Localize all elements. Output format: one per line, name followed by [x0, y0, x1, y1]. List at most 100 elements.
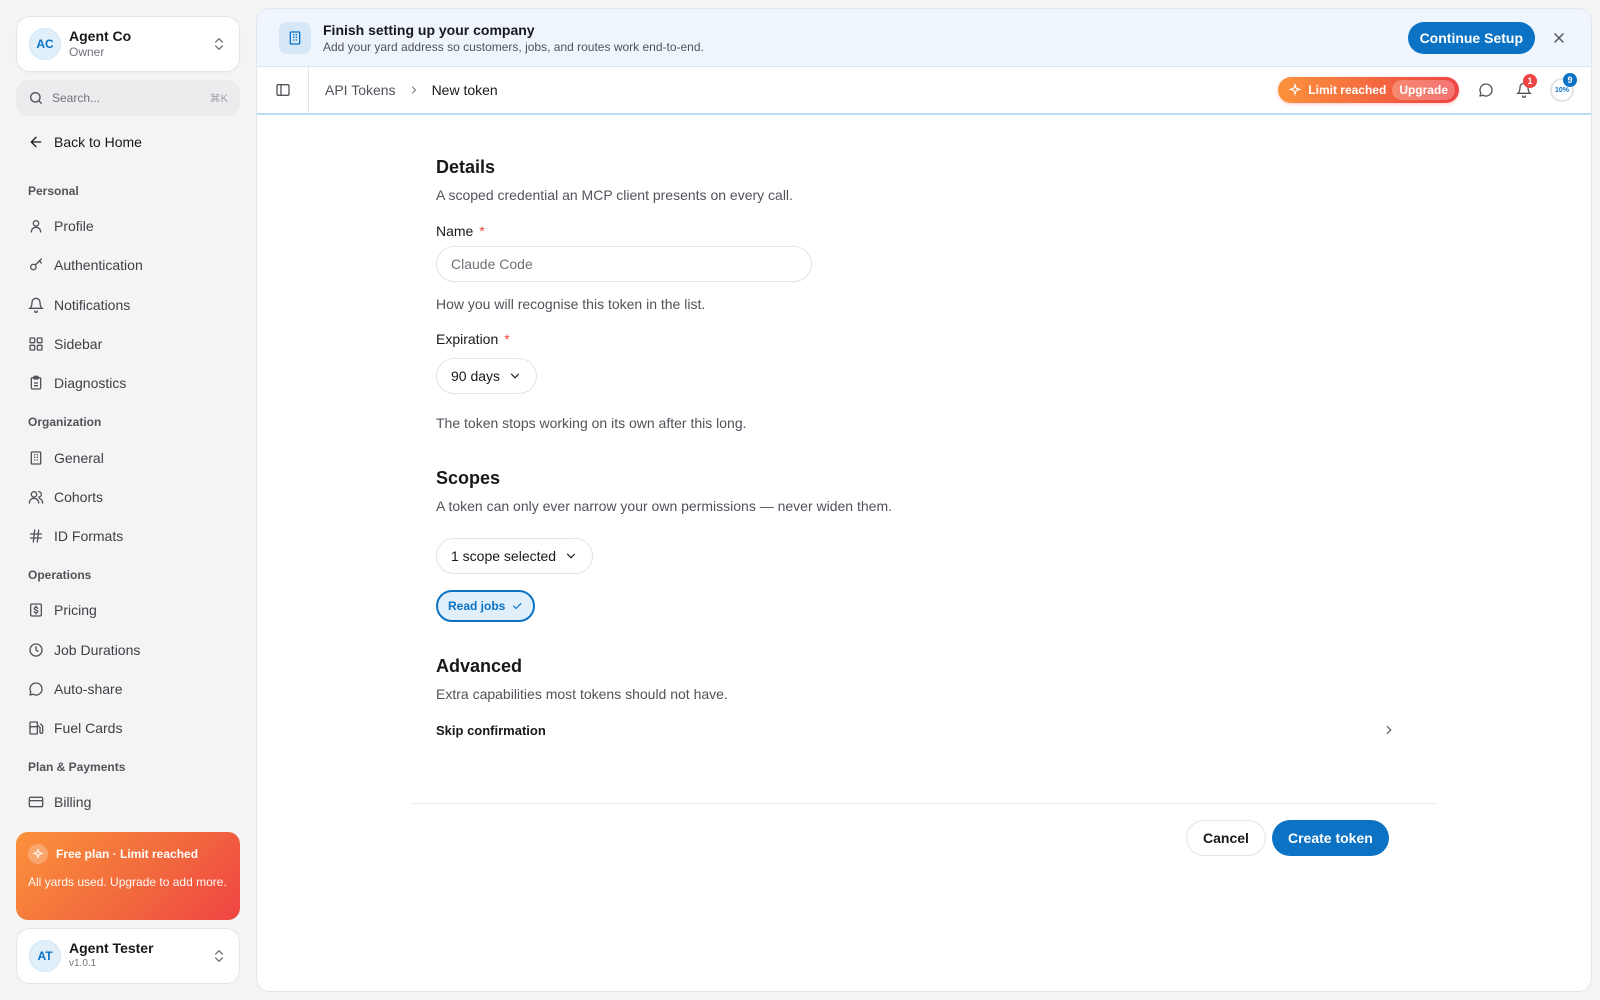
sidebar-item-cohorts[interactable]: Cohorts	[28, 487, 103, 507]
top-bar: API Tokens New token Limit reached Upgra…	[257, 66, 1591, 115]
sidebar-item-label: Authentication	[54, 257, 143, 273]
limit-label: Limit reached	[1308, 83, 1387, 97]
org-avatar: AC	[29, 28, 61, 60]
sidebar-item-notifications[interactable]: Notifications	[28, 295, 130, 315]
name-label: Name *	[436, 223, 485, 239]
cancel-button[interactable]: Cancel	[1186, 820, 1266, 856]
sidebar-item-label: Job Durations	[54, 642, 141, 658]
banner-title: Finish setting up your company	[323, 21, 535, 38]
details-description: A scoped credential an MCP client presen…	[436, 187, 793, 203]
chevron-right-icon	[1382, 723, 1396, 737]
scope-chip-label: Read jobs	[448, 599, 506, 613]
plan-card-description: All yards used. Upgrade to add more.	[28, 875, 227, 889]
sidebar-item-profile[interactable]: Profile	[28, 216, 94, 236]
name-label-text: Name	[436, 223, 474, 239]
sidebar-item-fuel-cards[interactable]: Fuel Cards	[28, 718, 122, 738]
nav-group-operations: Operations	[28, 568, 92, 582]
skip-confirmation-row[interactable]: Skip confirmation	[436, 718, 1396, 742]
sidebar-item-billing[interactable]: Billing	[28, 792, 91, 812]
main-panel: Finish setting up your company Add your …	[256, 8, 1592, 992]
back-to-home-link[interactable]: Back to Home	[28, 134, 142, 150]
sidebar-item-diagnostics[interactable]: Diagnostics	[28, 373, 126, 393]
breadcrumb-api-tokens[interactable]: API Tokens	[325, 82, 396, 98]
banner-subtitle: Add your yard address so customers, jobs…	[323, 39, 704, 54]
search-shortcut: ⌘K	[209, 92, 228, 105]
sidebar-item-label: Auto-share	[54, 681, 123, 697]
panel-left-icon	[275, 82, 291, 98]
token-name-input[interactable]	[436, 246, 812, 282]
breadcrumb: API Tokens New token	[325, 82, 1278, 98]
progress-count-badge: 9	[1563, 73, 1577, 87]
sidebar-item-label: ID Formats	[54, 528, 124, 544]
sidebar-item-sidebar[interactable]: Sidebar	[28, 334, 102, 354]
chevron-right-icon	[408, 84, 420, 96]
sidebar-item-id-formats[interactable]: ID Formats	[28, 526, 123, 546]
credit-card-icon	[28, 794, 44, 810]
search-icon	[28, 90, 44, 106]
key-icon	[28, 257, 44, 273]
chevron-down-icon	[508, 369, 522, 383]
sparkles-icon	[28, 844, 48, 864]
required-marker: *	[504, 331, 510, 347]
sidebar-item-job-durations[interactable]: Job Durations	[28, 640, 140, 660]
sidebar-item-label: Fuel Cards	[54, 720, 123, 736]
sidebar: AC Agent Co Owner Search... ⌘K Back to H…	[0, 0, 256, 1000]
org-role: Owner	[69, 45, 105, 59]
sidebar-item-authentication[interactable]: Authentication	[28, 255, 143, 275]
user-switcher[interactable]: AT Agent Tester v1.0.1	[16, 928, 240, 984]
expiration-value: 90 days	[451, 368, 501, 384]
messages-button[interactable]	[1467, 66, 1505, 114]
expiration-help: The token stops working on its own after…	[436, 415, 747, 431]
form-footer-divider	[412, 803, 1436, 804]
expiration-label-text: Expiration	[436, 331, 499, 347]
sparkles-icon	[1288, 83, 1302, 97]
building-icon	[28, 450, 44, 466]
skip-confirmation-label: Skip confirmation	[436, 722, 546, 738]
chevrons-up-down-icon	[211, 948, 227, 964]
close-icon[interactable]	[1549, 28, 1569, 48]
users-icon	[28, 489, 44, 505]
sidebar-toggle-button[interactable]	[257, 66, 309, 114]
breadcrumb-current: New token	[431, 82, 498, 98]
nav-group-personal: Personal	[28, 184, 79, 198]
plan-limit-card[interactable]: Free plan · Limit reached All yards used…	[16, 832, 240, 920]
required-marker: *	[479, 223, 485, 239]
sidebar-item-label: Sidebar	[54, 336, 103, 352]
scopes-select[interactable]: 1 scope selected	[436, 538, 594, 574]
scopes-description: A token can only ever narrow your own pe…	[436, 498, 892, 514]
app-version: v1.0.1	[69, 958, 97, 969]
advanced-description: Extra capabilities most tokens should no…	[436, 686, 728, 702]
search-button[interactable]: Search... ⌘K	[16, 80, 240, 116]
org-name: Agent Co	[69, 28, 132, 44]
user-avatar: AT	[29, 940, 61, 972]
check-icon	[511, 600, 523, 612]
message-circle-icon	[28, 681, 44, 697]
expiration-label: Expiration *	[436, 331, 510, 347]
nav-group-organization: Organization	[28, 415, 102, 429]
limit-reached-upgrade-button[interactable]: Limit reached Upgrade	[1278, 77, 1459, 103]
setup-progress-button[interactable]: 10% 9	[1543, 66, 1581, 114]
arrow-left-icon	[28, 134, 44, 150]
user-name: Agent Tester	[69, 940, 154, 956]
bell-icon	[28, 297, 44, 313]
nav-group-plan-payments: Plan & Payments	[28, 760, 126, 774]
sidebar-item-label: Cohorts	[54, 489, 104, 505]
sidebar-item-auto-share[interactable]: Auto-share	[28, 679, 122, 699]
message-circle-icon	[1478, 82, 1494, 98]
create-token-button[interactable]: Create token	[1272, 820, 1389, 856]
scope-chip-read-jobs[interactable]: Read jobs	[436, 590, 536, 622]
sidebar-item-label: General	[54, 450, 104, 466]
sidebar-item-general[interactable]: General	[28, 448, 104, 468]
receipt-dollar-icon	[28, 602, 44, 618]
sidebar-item-pricing[interactable]: Pricing	[28, 600, 97, 620]
setup-banner: Finish setting up your company Add your …	[257, 9, 1591, 67]
expiration-select[interactable]: 90 days	[436, 358, 538, 394]
chevron-down-icon	[564, 549, 578, 563]
org-switcher[interactable]: AC Agent Co Owner	[16, 16, 240, 72]
continue-setup-button[interactable]: Continue Setup	[1407, 21, 1535, 54]
search-label: Search...	[52, 91, 101, 105]
sidebar-item-label: Profile	[54, 218, 94, 234]
details-heading: Details	[436, 157, 496, 177]
notifications-button[interactable]: 1	[1505, 66, 1543, 114]
scopes-value: 1 scope selected	[451, 548, 557, 564]
